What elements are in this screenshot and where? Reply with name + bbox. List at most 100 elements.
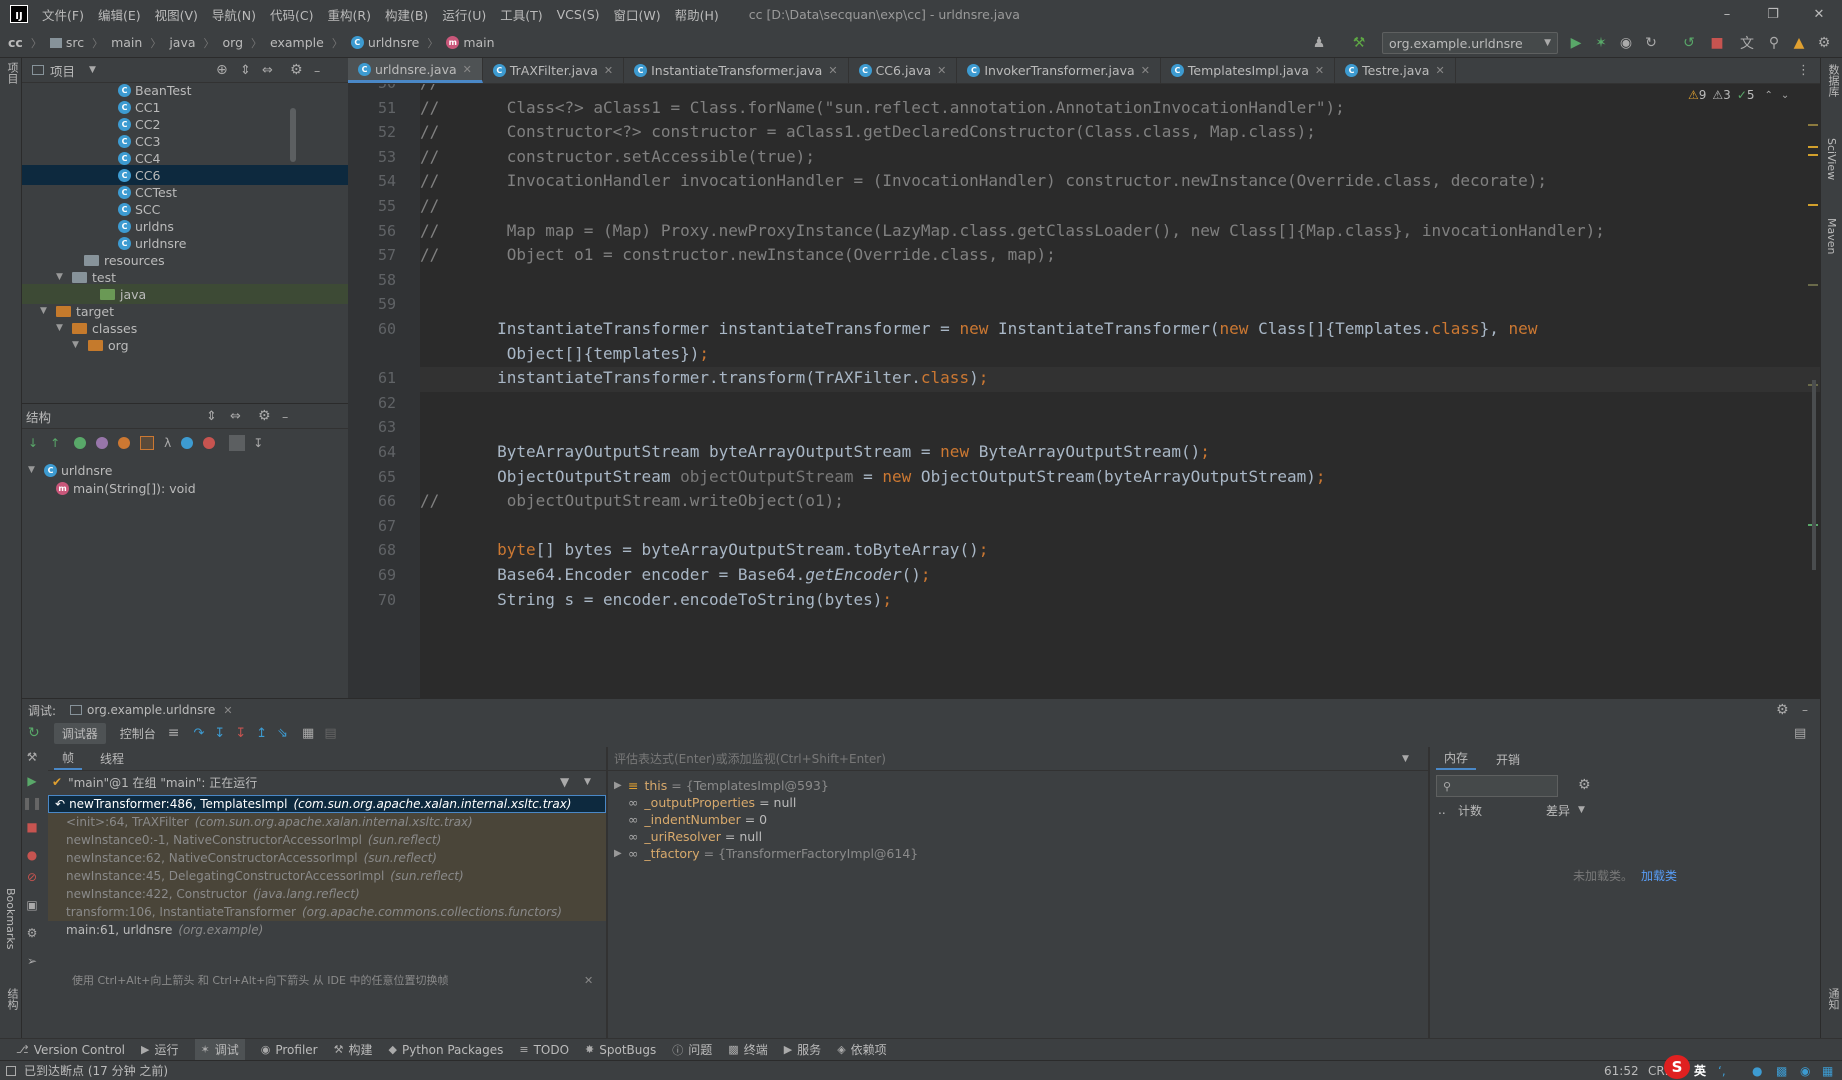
close-window-icon[interactable]: ✕ (1796, 0, 1842, 28)
line-number[interactable]: 60 (348, 320, 396, 338)
view-breakpoints-icon[interactable]: ● (24, 847, 40, 863)
stack-frame[interactable]: transform:106, InstantiateTransformer (or… (48, 903, 606, 921)
tab-memory[interactable]: 内存 (1436, 748, 1477, 770)
line-number[interactable]: 53 (348, 148, 396, 166)
rerun-icon[interactable]: ↻ (28, 725, 40, 741)
code-line[interactable]: Base64.Encoder encoder = Base64.getEncod… (420, 565, 930, 584)
line-number[interactable]: 50 (348, 84, 396, 92)
breadcrumb-src[interactable]: src (49, 35, 84, 50)
stripe-sciview[interactable]: SciView (1825, 138, 1838, 180)
tab-testre[interactable]: C Testre.java ✕ (1335, 58, 1456, 83)
tool-debug[interactable]: ✶ 调试 (194, 1039, 245, 1060)
stripe-bookmarks[interactable]: Bookmarks (4, 888, 17, 949)
menu-build[interactable]: 构建(B) (385, 5, 428, 24)
code-line[interactable]: // InvocationHandler invocationHandler =… (420, 171, 1547, 190)
editor-scrollbar-thumb[interactable] (1812, 380, 1816, 570)
line-number[interactable]: 61 (348, 369, 396, 387)
step-out-icon[interactable]: ↥ (256, 726, 267, 741)
run-icon[interactable]: ▶ (1567, 34, 1585, 52)
show-anonymous-icon[interactable] (181, 437, 194, 449)
menu-view[interactable]: 视图(V) (155, 5, 198, 24)
line-number[interactable]: 70 (348, 591, 396, 609)
hide-panel-icon[interactable]: – (282, 409, 288, 424)
code-line[interactable]: // Map map = (Map) Proxy.newProxyInstanc… (420, 221, 1605, 240)
menu-tools[interactable]: 工具(T) (500, 5, 542, 24)
stripe-maven[interactable]: Maven (1825, 218, 1838, 254)
profile-icon[interactable]: ↻ (1642, 34, 1660, 52)
rerun-icon[interactable]: ↺ (1680, 34, 1698, 52)
camera-icon[interactable]: ▣ (24, 897, 40, 913)
keyboard-icon[interactable]: ▩ (1776, 1064, 1787, 1078)
code-line[interactable]: // Object o1 = constructor.newInstance(O… (420, 245, 1056, 264)
tab-threads[interactable]: 线程 (92, 750, 132, 767)
stripe-structure[interactable]: 结构 (4, 988, 20, 1010)
close-icon[interactable]: ✕ (1435, 64, 1444, 77)
tab-invokertransformer[interactable]: C InvokerTransformer.java ✕ (957, 58, 1161, 83)
mute-breakpoints-icon[interactable]: ⊘ (24, 869, 40, 885)
gear-icon[interactable]: ⚙ (1776, 702, 1789, 718)
breadcrumb-project[interactable]: cc (8, 35, 23, 50)
chevron-right-icon[interactable]: ▶ (614, 780, 628, 791)
menu-edit[interactable]: 编辑(E) (98, 5, 141, 24)
restore-icon[interactable]: ❐ (1750, 0, 1796, 28)
column-diff[interactable]: 差异 (1546, 802, 1570, 819)
structure-method-row[interactable]: m main(String[]): void (56, 478, 196, 498)
memory-search-input[interactable]: ⚲ (1436, 775, 1558, 797)
line-number[interactable]: 63 (348, 418, 396, 436)
tool-spotbugs[interactable]: ✸ SpotBugs (585, 1043, 656, 1057)
step-over-icon[interactable]: ↷ (194, 726, 205, 741)
close-icon[interactable]: ✕ (937, 64, 946, 77)
menu-code[interactable]: 代码(C) (270, 5, 313, 24)
chevron-down-icon[interactable]: ▼ (584, 777, 591, 787)
line-number[interactable]: 51 (348, 99, 396, 117)
tool-todo[interactable]: ≡ TODO (519, 1043, 569, 1057)
code-line[interactable]: // (420, 196, 439, 215)
scrollbar-thumb[interactable] (290, 108, 296, 162)
show-inherited-icon[interactable] (74, 437, 87, 449)
force-step-into-icon[interactable]: ↧ (235, 726, 246, 741)
build-hammer-icon[interactable]: ⚒ (1350, 34, 1368, 52)
structure-class-row[interactable]: ▼ C urldnsre (28, 460, 112, 480)
stripe-database[interactable]: 数据库 (1825, 64, 1841, 97)
column-class[interactable]: .. (1438, 803, 1454, 817)
tree-item[interactable]: ▼ org (22, 335, 348, 355)
error-stripe-mark[interactable] (1808, 124, 1818, 126)
tab-frames[interactable]: 帧 (54, 748, 83, 770)
debug-session-tab[interactable]: org.example.urldnsre ✕ (70, 703, 233, 717)
show-non-public-icon[interactable] (140, 436, 155, 450)
microphone-icon[interactable]: ● (1752, 1064, 1762, 1078)
stack-frame[interactable]: ↶ newTransformer:486, TemplatesImpl (com.s… (48, 795, 606, 813)
step-into-icon[interactable]: ↧ (214, 726, 225, 741)
error-stripe-mark[interactable] (1808, 204, 1818, 206)
close-icon[interactable]: ✕ (584, 974, 593, 987)
autoscroll-from-source-icon[interactable]: ↧ (253, 436, 263, 450)
tab-overhead[interactable]: 开销 (1488, 751, 1528, 768)
stack-frame[interactable]: main:61, urldnsre (org.example) (48, 921, 606, 939)
line-number[interactable]: 56 (348, 222, 396, 240)
resume-icon[interactable]: ▶ (24, 773, 40, 789)
tab-console[interactable]: 控制台 (116, 723, 160, 744)
pin-icon[interactable]: ➢ (24, 953, 40, 969)
line-number[interactable]: 57 (348, 246, 396, 264)
tab-traxfilter[interactable]: C TrAXFilter.java ✕ (483, 58, 625, 83)
close-icon[interactable]: ✕ (223, 704, 232, 717)
autoscroll-to-source-icon[interactable] (229, 435, 246, 451)
tool-python-packages[interactable]: ◆ Python Packages (388, 1043, 503, 1057)
close-icon[interactable]: ✕ (1315, 64, 1324, 77)
stack-frame[interactable]: newInstance:45, DelegatingConstructorAcc… (48, 867, 606, 885)
variable-row[interactable]: ▶ ∞ _tfactory = {TransformerFactoryImpl@614… (608, 843, 1428, 863)
stripe-notifications[interactable]: 通知 (1825, 988, 1841, 1010)
run-configuration-select[interactable]: org.example.urldnsre ▼ (1382, 32, 1558, 54)
status-toggle-icon[interactable] (6, 1065, 16, 1076)
line-number[interactable]: 59 (348, 295, 396, 313)
chevron-down-icon[interactable]: ▼ (40, 306, 50, 316)
menu-run[interactable]: 运行(U) (442, 5, 486, 24)
code-line[interactable]: // (420, 84, 439, 92)
run-to-cursor-icon[interactable]: ⇘ (277, 726, 288, 741)
tab-templatesimpl[interactable]: C TemplatesImpl.java ✕ (1161, 58, 1336, 83)
line-number[interactable]: 62 (348, 394, 396, 412)
status-message[interactable]: 已到达断点 (17 分钟 之前) (24, 1062, 168, 1079)
sort-alpha-icon[interactable]: ↓ (28, 436, 38, 450)
chevron-down-icon[interactable]: ▼ (56, 323, 66, 333)
chevron-right-icon[interactable]: ▶ (614, 848, 628, 859)
